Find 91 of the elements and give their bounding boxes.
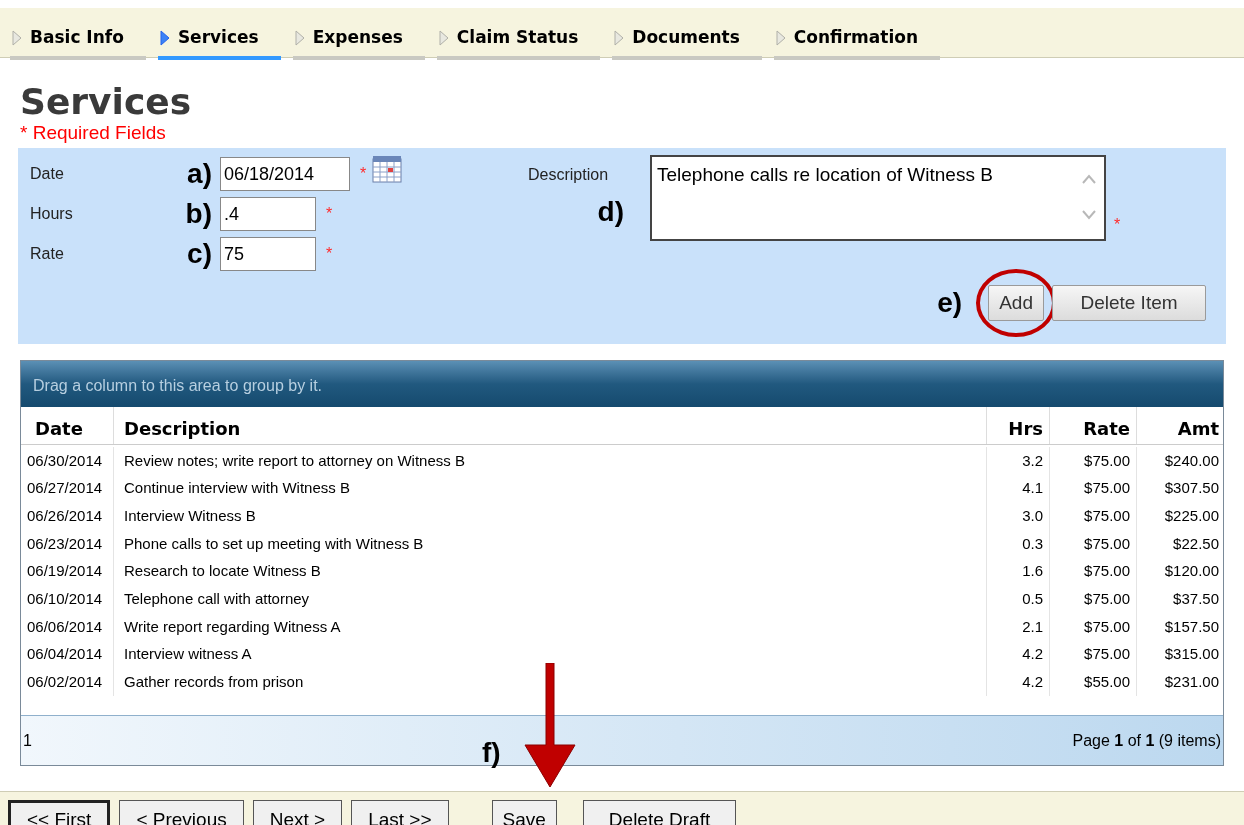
tab[interactable]: Basic Info — [10, 20, 146, 60]
table-cell-text: $225.00 — [1163, 505, 1220, 526]
form-button[interactable]: Delete Item — [1052, 285, 1206, 321]
table-cell: $75.00 — [1050, 585, 1137, 614]
table-cell: 06/10/2014 — [21, 585, 114, 614]
table-cell-text: $37.50 — [1172, 589, 1220, 610]
table-cell: 4.2 — [987, 640, 1050, 669]
annotation-label: d) — [597, 195, 625, 229]
table-cell-text: $157.50 — [1163, 616, 1220, 637]
table-cell: $75.00 — [1050, 502, 1137, 531]
tab[interactable]: Documents — [612, 20, 762, 60]
table-cell: Phone calls to set up meeting with Witness B — [114, 530, 987, 558]
table-cell: $75.00 — [1050, 447, 1137, 475]
field-label: Rate — [30, 244, 65, 264]
table-cell: $75.00 — [1050, 613, 1137, 641]
required-mark: * — [326, 244, 333, 264]
table-cell: 4.2 — [987, 668, 1050, 697]
arrow-icon — [438, 30, 449, 46]
table-cell: 06/04/2014 — [21, 640, 114, 669]
table-cell-text: $231.00 — [1163, 672, 1220, 693]
annotation-label: b) — [184, 197, 213, 231]
field-label: Hours — [30, 204, 74, 224]
column-header[interactable]: Hrs — [987, 407, 1050, 444]
arrow-icon — [12, 30, 22, 46]
table-cell: 1.6 — [987, 557, 1050, 586]
table-cell: $75.00 — [1050, 474, 1137, 503]
field-label: Description — [527, 165, 610, 185]
annotation-label: e) — [937, 286, 963, 320]
annotation-label: a) — [186, 157, 213, 191]
table-cell: 0.3 — [987, 530, 1050, 558]
arrow-icon — [775, 30, 786, 46]
table-cell: $75.00 — [1050, 640, 1137, 669]
input-field[interactable]: .4 — [220, 197, 316, 231]
table-cell: 4.1 — [987, 474, 1050, 503]
tab[interactable]: Claim Status — [436, 20, 601, 60]
table-cell: $75.00 — [1050, 530, 1137, 558]
arrow-icon — [294, 30, 305, 46]
column-header[interactable]: Date — [21, 407, 114, 444]
input-field[interactable]: 06/18/2014 — [220, 157, 350, 191]
table-cell: $75.00 — [1050, 557, 1137, 586]
required-fields-note: * Required Fields — [20, 122, 167, 144]
column-header[interactable]: Description — [114, 407, 987, 444]
field-label: Date — [30, 164, 65, 184]
table-cell: Write report regarding Witness A — [114, 613, 987, 641]
table-cell: Interview Witness B — [114, 502, 987, 531]
table-cell: 06/02/2014 — [21, 668, 114, 697]
action-button[interactable]: Delete Draft — [582, 800, 737, 825]
required-mark: * — [360, 164, 367, 184]
table-cell: 06/27/2014 — [21, 474, 114, 503]
tab[interactable]: Services — [157, 20, 281, 60]
group-by-bar: Drag a column to this area to group by it. — [21, 361, 1223, 407]
page-link[interactable]: 1 — [23, 728, 32, 753]
input-field[interactable]: 75 — [220, 237, 316, 271]
required-mark: * — [326, 204, 333, 224]
table-cell-text: $307.50 — [1163, 478, 1220, 499]
table-cell-text: $315.00 — [1163, 644, 1220, 665]
table-cell: Review notes; write report to attorney on Witness B — [114, 447, 987, 475]
form-button[interactable]: Add — [988, 285, 1044, 321]
table-cell-text: $22.50 — [1172, 533, 1220, 554]
required-mark: * — [1114, 215, 1121, 235]
table-cell: $55.00 — [1050, 668, 1137, 697]
table-cell: 0.5 — [987, 585, 1050, 614]
table-cell: 06/06/2014 — [21, 613, 114, 641]
action-button[interactable]: Save — [491, 800, 557, 825]
annotation-label: c) — [186, 237, 213, 271]
table-cell: 06/23/2014 — [21, 530, 114, 558]
table-cell: 2.1 — [987, 613, 1050, 641]
table-cell: Telephone call with attorney — [114, 585, 987, 614]
arrow-icon — [614, 30, 625, 46]
table-cell: 06/19/2014 — [21, 557, 114, 586]
nav-button[interactable]: Next > — [252, 800, 343, 825]
table-cell: Continue interview with Witness B — [114, 474, 987, 503]
nav-button[interactable]: Last >> — [351, 800, 449, 825]
description-field[interactable]: Telephone calls re location of Witness B — [650, 155, 1106, 241]
nav-button[interactable]: < Previous — [119, 800, 244, 825]
column-header[interactable]: Amt — [1137, 407, 1223, 444]
table-cell: 3.0 — [987, 502, 1050, 531]
arrow-icon — [159, 30, 170, 46]
annotation-label: f) — [482, 736, 501, 770]
table-cell: Research to locate Witness B — [114, 557, 987, 586]
table-cell: 06/30/2014 — [21, 447, 114, 475]
tab[interactable]: Confirmation — [773, 20, 940, 60]
table-cell: 06/26/2014 — [21, 502, 114, 531]
table-cell: 3.2 — [987, 447, 1050, 475]
tab[interactable]: Expenses — [292, 20, 425, 60]
nav-button[interactable]: << First — [8, 800, 111, 825]
column-header[interactable]: Rate — [1050, 407, 1137, 444]
pager-summary: Page 1 of 1 (9 items) — [1072, 730, 1221, 751]
table-cell-text: $120.00 — [1163, 561, 1220, 582]
table-cell-text: $240.00 — [1163, 450, 1220, 471]
page-title: Services — [20, 82, 193, 122]
